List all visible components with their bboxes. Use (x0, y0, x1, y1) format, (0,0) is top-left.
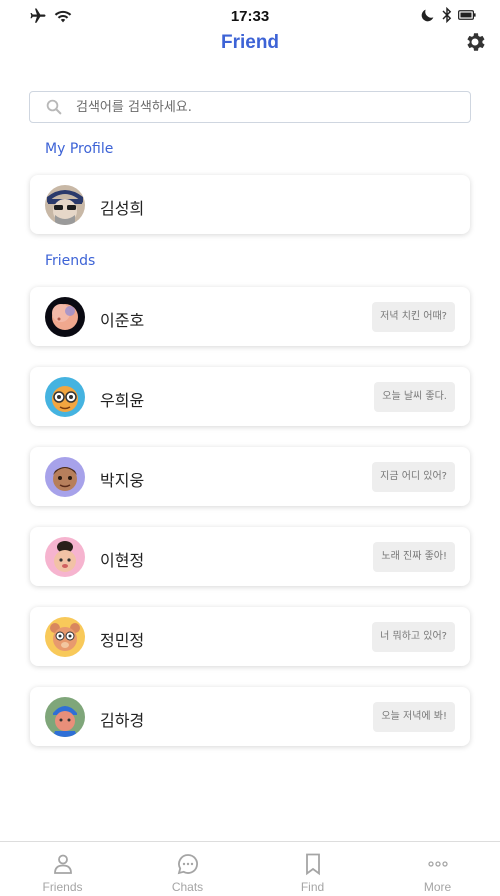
tab-find[interactable]: Find (250, 842, 375, 896)
search-bar[interactable] (29, 91, 471, 123)
bookmark-icon (305, 853, 320, 876)
friends-section-label: Friends (45, 253, 96, 269)
my-profile-card[interactable]: 김성희 (30, 175, 470, 234)
avatar (45, 297, 85, 337)
friend-name: 우희윤 (100, 391, 145, 410)
friend-card[interactable]: 이현정 노래 진짜 좋아! (30, 527, 470, 586)
friend-card[interactable]: 김하경 오늘 저녁에 봐! (30, 687, 470, 746)
search-icon (46, 99, 62, 115)
status-right (420, 7, 476, 23)
tab-label: Chats (171, 880, 204, 894)
tab-bar: Friends Chats Find More (0, 841, 500, 896)
tab-label: More (423, 880, 452, 894)
gear-icon (467, 33, 485, 51)
status-message: 저녁 치킨 어때? (372, 302, 455, 332)
tab-label: Friends (42, 880, 83, 894)
status-bar: 17:33 (0, 0, 500, 34)
friend-card[interactable]: 박지웅 지금 어디 있어? (30, 447, 470, 506)
more-dots-icon (427, 861, 448, 867)
moon-icon (421, 9, 434, 22)
person-icon (53, 854, 72, 874)
avatar (45, 537, 85, 577)
tab-friends[interactable]: Friends (0, 842, 125, 896)
chat-bubble-icon (177, 854, 198, 875)
avatar (45, 697, 85, 737)
avatar (45, 185, 85, 225)
friend-name: 박지웅 (100, 471, 145, 490)
search-input[interactable] (76, 99, 436, 115)
tab-label: Find (300, 880, 325, 894)
friend-name: 정민정 (100, 631, 145, 650)
avatar (45, 377, 85, 417)
page-title: Friend (220, 32, 280, 53)
status-message: 지금 어디 있어? (372, 462, 455, 492)
friend-name: 김하경 (100, 711, 145, 730)
profile-name: 김성희 (100, 199, 145, 218)
friend-card[interactable]: 이준호 저녁 치킨 어때? (30, 287, 470, 346)
status-message: 너 뭐하고 있어? (372, 622, 455, 652)
status-message: 오늘 날씨 좋다. (374, 382, 455, 412)
friend-name: 이준호 (100, 311, 145, 330)
avatar (45, 457, 85, 497)
status-message: 오늘 저녁에 봐! (373, 702, 455, 732)
bluetooth-icon (442, 7, 452, 23)
settings-button[interactable] (463, 30, 487, 54)
tab-more[interactable]: More (375, 842, 500, 896)
friend-card[interactable]: 정민정 너 뭐하고 있어? (30, 607, 470, 666)
battery-icon (458, 10, 476, 20)
tab-chats[interactable]: Chats (125, 842, 250, 896)
status-message: 노래 진짜 좋아! (373, 542, 455, 572)
my-profile-section-label: My Profile (45, 141, 114, 157)
avatar (45, 617, 85, 657)
friend-name: 이현정 (100, 551, 145, 570)
friend-card[interactable]: 우희윤 오늘 날씨 좋다. (30, 367, 470, 426)
